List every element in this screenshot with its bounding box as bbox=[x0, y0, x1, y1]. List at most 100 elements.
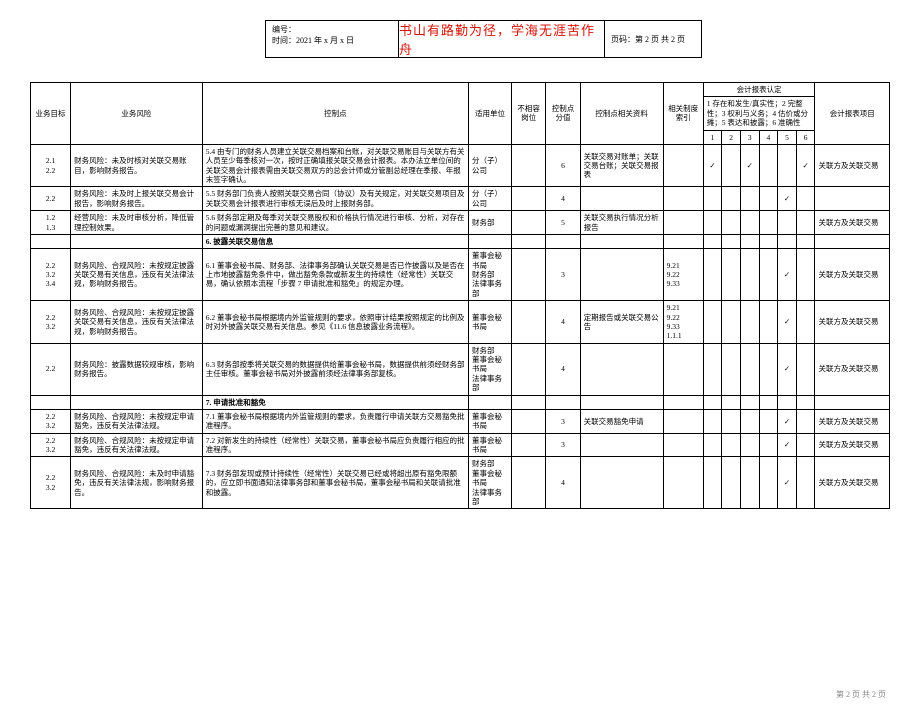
th-chk-3: 3 bbox=[740, 130, 759, 144]
cell-position bbox=[511, 457, 545, 509]
section-heading: 7. 申请批准和豁免 bbox=[202, 395, 468, 409]
th-item: 会计报表项目 bbox=[815, 83, 890, 145]
empty-cell bbox=[703, 395, 722, 409]
cell-item: 关联方及关联交易 bbox=[815, 211, 890, 235]
cell-check-4 bbox=[759, 433, 778, 457]
cell-item: 关联方及关联交易 bbox=[815, 301, 890, 344]
th-assert-note: 1 存在和发生/真实性；2 完整性；3 权利与义务；4 估价或分摊；5 表达和披… bbox=[703, 97, 815, 130]
cell-objective: 2.2 bbox=[31, 343, 71, 395]
cell-check-3 bbox=[740, 343, 759, 395]
cell-risk: 财务风险、合规风险：未按规定申请豁免，违反有关法律法规。 bbox=[71, 409, 203, 433]
cell-check-3 bbox=[740, 433, 759, 457]
empty-cell bbox=[759, 234, 778, 248]
cell-check-6 bbox=[796, 457, 815, 509]
cell-index bbox=[663, 433, 703, 457]
th-chk-5: 5 bbox=[778, 130, 797, 144]
cell-position bbox=[511, 409, 545, 433]
cell-material bbox=[580, 457, 663, 509]
cell-check-2 bbox=[722, 211, 741, 235]
cell-control: 6.2 董事会秘书局根据境内外监管规则的要求，依照审计结果按照规定的比例及时对外… bbox=[202, 301, 468, 344]
cell-unit: 董事会秘书局 bbox=[469, 433, 512, 457]
cell-check-3 bbox=[740, 187, 759, 211]
cell-check-1 bbox=[703, 187, 722, 211]
doc-date: 时间：2021 年 x 月 x 日 bbox=[272, 35, 392, 46]
th-chk-6: 6 bbox=[796, 130, 815, 144]
cell-check-2 bbox=[722, 249, 741, 301]
empty-cell bbox=[759, 395, 778, 409]
cell-objective: 2.23.2 bbox=[31, 457, 71, 509]
cell-check-2 bbox=[722, 301, 741, 344]
cell-risk: 经营风险：未及时审核分析，降低管理控制效果。 bbox=[71, 211, 203, 235]
cell-item: 关联方及关联交易 bbox=[815, 343, 890, 395]
cell-control: 7.2 对新发生的持续性（经常性）关联交易，董事会秘书局应负责履行相应的批准程序… bbox=[202, 433, 468, 457]
cell-material: 关联交易对账单；关联交易台账；关联交易报表 bbox=[580, 144, 663, 187]
cell-check-1 bbox=[703, 409, 722, 433]
cell-position bbox=[511, 433, 545, 457]
cell-material bbox=[580, 249, 663, 301]
cell-control: 5.4 由专门的财务人员建立关联交易档案和台账，对关联交易账目与关联方有关人员至… bbox=[202, 144, 468, 187]
th-chk-2: 2 bbox=[722, 130, 741, 144]
cell-check-4 bbox=[759, 301, 778, 344]
cell-check-5: ✓ bbox=[778, 457, 797, 509]
cell-risk: 财务风险、合规风险：未按规定披露关联交易有关信息，违反有关法律法规，影响财务报告… bbox=[71, 249, 203, 301]
cell-unit: 财务部董事会秘书局法律事务部 bbox=[469, 457, 512, 509]
empty-cell bbox=[796, 395, 815, 409]
cell-material bbox=[580, 343, 663, 395]
cell-risk: 财务风险：未及时核对关联交易账目，影响财务报告。 bbox=[71, 144, 203, 187]
cell-check-2 bbox=[722, 187, 741, 211]
cell-unit: 董事会秘书局 bbox=[469, 409, 512, 433]
cell-check-4 bbox=[759, 457, 778, 509]
cell-risk: 财务风险、合规风险：未按规定披露关联交易有关信息，违反有关法律法规，影响财务报告… bbox=[71, 301, 203, 344]
empty-cell bbox=[722, 234, 741, 248]
th-assert-group: 会计报表认定 bbox=[703, 83, 815, 97]
cell-check-5: ✓ bbox=[778, 433, 797, 457]
cell-risk: 财务风险：未及时上报关联交易会计报告，影响财务报告。 bbox=[71, 187, 203, 211]
cell-score: 6 bbox=[546, 144, 580, 187]
cell-check-3 bbox=[740, 211, 759, 235]
th-chk-4: 4 bbox=[759, 130, 778, 144]
section-heading: 6. 披露关联交易信息 bbox=[202, 234, 468, 248]
cell-score: 4 bbox=[546, 301, 580, 344]
cell-check-6 bbox=[796, 409, 815, 433]
header-page: 页码：第 2 页 共 2 页 bbox=[605, 21, 701, 57]
cell-check-2 bbox=[722, 433, 741, 457]
cell-check-4 bbox=[759, 144, 778, 187]
cell-score: 4 bbox=[546, 187, 580, 211]
cell-index: 9.219.229.33 bbox=[663, 249, 703, 301]
cell-check-1 bbox=[703, 433, 722, 457]
cell-check-4 bbox=[759, 343, 778, 395]
cell-unit: 董事会秘书局财务部法律事务部 bbox=[469, 249, 512, 301]
cell-check-2 bbox=[722, 409, 741, 433]
cell-position bbox=[511, 249, 545, 301]
cell-check-4 bbox=[759, 249, 778, 301]
th-control: 控制点 bbox=[202, 83, 468, 145]
cell-objective: 2.23.2 bbox=[31, 409, 71, 433]
th-objective: 业务目标 bbox=[31, 83, 71, 145]
cell-check-5: ✓ bbox=[778, 187, 797, 211]
empty-cell bbox=[469, 234, 512, 248]
cell-position bbox=[511, 187, 545, 211]
cell-control: 5.5 财务部门负责人按照关联交易合同（协议）及有关规定，对关联交易项目及关联交… bbox=[202, 187, 468, 211]
cell-score: 4 bbox=[546, 343, 580, 395]
cell-item: 关联方及关联交易 bbox=[815, 433, 890, 457]
cell-control: 7.3 财务部发现或预计持续性（经常性）关联交易已经或将超出原有豁免限额的，应立… bbox=[202, 457, 468, 509]
cell-check-3 bbox=[740, 409, 759, 433]
cell-position bbox=[511, 144, 545, 187]
cell-check-6 bbox=[796, 187, 815, 211]
th-chk-1: 1 bbox=[703, 130, 722, 144]
header-box: 编号： 时间：2021 年 x 月 x 日 书山有路勤为径，学海无涯苦作舟 页码… bbox=[265, 20, 702, 58]
cell-material bbox=[580, 433, 663, 457]
cell-unit: 财务部董事会秘书局法律事务部 bbox=[469, 343, 512, 395]
cell-objective: 2.23.23.4 bbox=[31, 249, 71, 301]
cell-control: 6.3 财务部按季将关联交易的数据提供给董事会秘书局，数据提供前须经财务部主任审… bbox=[202, 343, 468, 395]
cell-score: 3 bbox=[546, 433, 580, 457]
cell-position bbox=[511, 211, 545, 235]
cell-risk: 财务风险、合规风险：未按规定申请豁免，违反有关法律法规。 bbox=[71, 433, 203, 457]
cell-index bbox=[663, 187, 703, 211]
cell-position bbox=[511, 301, 545, 344]
cell-check-2 bbox=[722, 457, 741, 509]
cell-index: 9.219.229.331.1.1 bbox=[663, 301, 703, 344]
cell-control: 5.6 财务部定期及每季对关联交易股权和价格执行情况进行审核、分析，对存在的问题… bbox=[202, 211, 468, 235]
empty-cell bbox=[740, 234, 759, 248]
cell-check-1 bbox=[703, 457, 722, 509]
